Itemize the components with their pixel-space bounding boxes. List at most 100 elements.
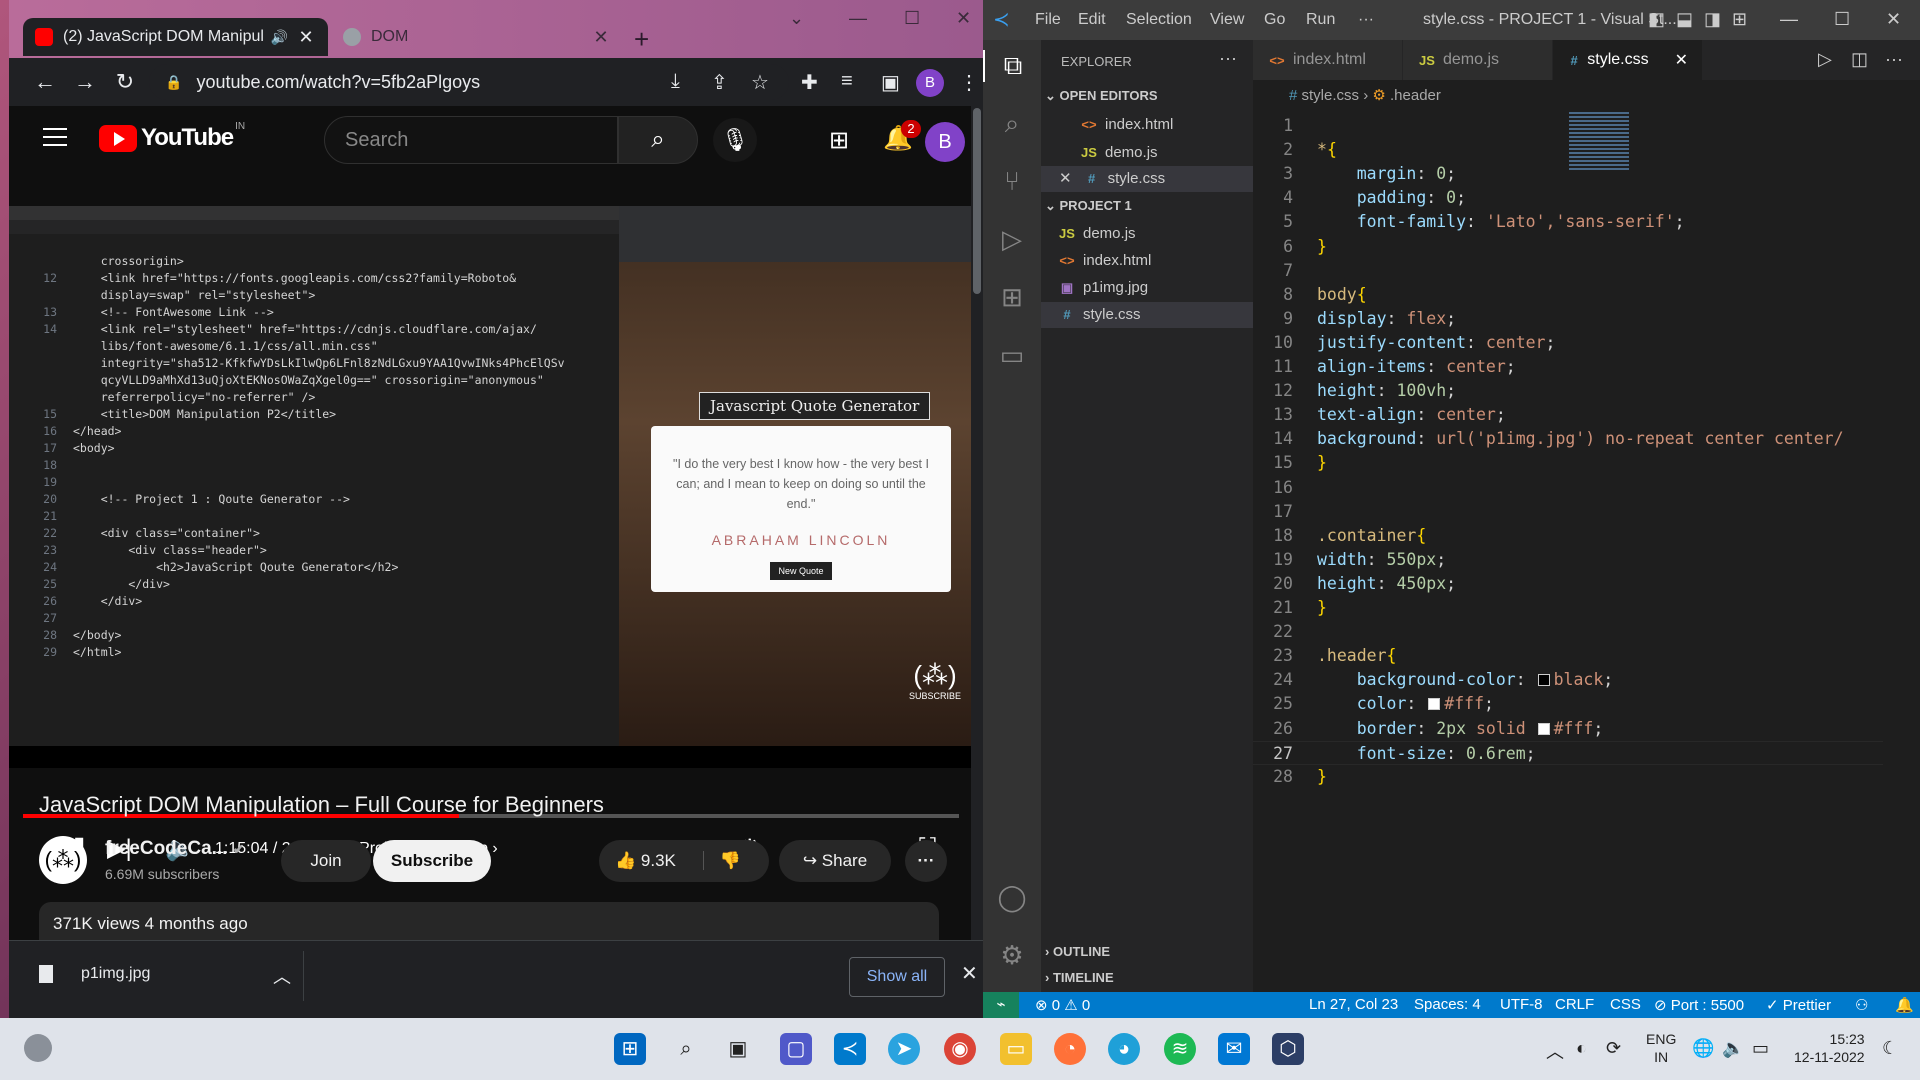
input-language[interactable]: ENG IN — [1646, 1030, 1676, 1066]
media-control-icon[interactable]: ≡ — [841, 70, 853, 93]
line-number[interactable]: 16 — [1253, 476, 1317, 500]
code-line[interactable]: 4 padding: 0; — [1253, 186, 1883, 210]
clock[interactable]: 15:23 12-11-2022 — [1794, 1030, 1865, 1066]
code-line[interactable]: 12 height: 100vh; — [1253, 379, 1883, 403]
line-number[interactable]: 28 — [1253, 765, 1317, 789]
chevron-down-icon[interactable]: ⌄ — [789, 8, 804, 29]
close-tab-icon[interactable]: ✕ — [1675, 50, 1688, 70]
profile-avatar[interactable]: B — [916, 69, 944, 97]
weather-widget-icon[interactable] — [24, 1034, 52, 1062]
channel-avatar[interactable]: (⁂) — [39, 836, 87, 884]
menu-edit[interactable]: Edit — [1078, 11, 1106, 29]
forward-button[interactable]: → — [71, 68, 99, 96]
teams-chat-icon[interactable]: ▢ — [780, 1033, 812, 1065]
maximize-button[interactable]: ☐ — [904, 8, 920, 29]
code-line[interactable]: 21} — [1253, 596, 1883, 620]
search-input[interactable]: Search — [324, 116, 618, 164]
search-icon[interactable]: ⌕ — [983, 108, 1041, 140]
side-panel-icon[interactable]: ▣ — [881, 70, 900, 95]
menu-go[interactable]: Go — [1264, 11, 1285, 29]
cursor-position[interactable]: Ln 27, Col 23 — [1309, 996, 1398, 1013]
line-number[interactable]: 17 — [1253, 500, 1317, 524]
minimap[interactable] — [1569, 112, 1629, 182]
line-number[interactable]: 15 — [1253, 451, 1317, 475]
menu-file[interactable]: File — [1035, 11, 1061, 29]
manage-gear-icon[interactable]: ⚙ — [983, 940, 1041, 971]
start-menu-icon[interactable]: ⊞ — [614, 1033, 646, 1065]
encoding[interactable]: UTF-8 — [1500, 996, 1543, 1013]
split-editor-icon[interactable]: ◫ — [1851, 49, 1868, 70]
line-number[interactable]: 11 — [1253, 355, 1317, 379]
new-tab-button[interactable]: + — [634, 24, 649, 55]
line-number[interactable]: 13 — [1253, 403, 1317, 427]
toggle-panel-icon[interactable]: ⬓ — [1676, 9, 1693, 30]
file-index-html[interactable]: <> index.html — [1057, 248, 1151, 274]
security-tray-icon[interactable]: ◐ — [1576, 1038, 1587, 1059]
code-line[interactable]: 25 color: #fff; — [1253, 692, 1883, 716]
source-control-icon[interactable]: ⑂ — [983, 166, 1041, 197]
code-line[interactable]: 15} — [1253, 451, 1883, 475]
code-line[interactable]: 11 align-items: center; — [1253, 355, 1883, 379]
line-number[interactable]: 19 — [1253, 548, 1317, 572]
explorer-files-icon[interactable]: ⧉ — [983, 50, 1041, 82]
description-box[interactable]: 371K views 4 months ago — [39, 902, 939, 940]
chevron-up-icon[interactable]: ︿ — [273, 963, 291, 989]
extensions-icon[interactable]: ✚ — [801, 70, 818, 95]
line-number[interactable]: 5 — [1253, 210, 1317, 234]
line-number[interactable]: 6 — [1253, 235, 1317, 259]
close-window-button[interactable]: ✕ — [956, 8, 971, 29]
line-number[interactable]: 23 — [1253, 644, 1317, 668]
notifications-bell-icon[interactable]: 🔔 — [1895, 996, 1914, 1014]
code-line[interactable]: 22 — [1253, 620, 1883, 644]
chrome-menu-icon[interactable]: ⋮ — [959, 70, 979, 95]
file-explorer-icon[interactable]: ▭ — [1000, 1033, 1032, 1065]
line-number[interactable]: 18 — [1253, 524, 1317, 548]
show-all-button[interactable]: Show all — [849, 957, 945, 997]
open-editor-index-html[interactable]: <> index.html — [1079, 112, 1173, 138]
code-line[interactable]: 2 *{ — [1253, 138, 1883, 162]
mail-icon[interactable]: ✉ — [1218, 1033, 1250, 1065]
speaker-icon[interactable]: 🔊 — [271, 29, 288, 46]
tab-index-html[interactable]: <> index.html — [1253, 40, 1403, 80]
code-line[interactable]: 8 body{ — [1253, 283, 1883, 307]
line-number[interactable]: 4 — [1253, 186, 1317, 210]
tab-dom[interactable]: DOM ✕ — [331, 18, 623, 56]
bookmark-star-icon[interactable]: ☆ — [751, 70, 769, 95]
reload-button[interactable]: ↻ — [111, 68, 139, 96]
hamburger-menu-icon[interactable] — [43, 128, 67, 148]
network-globe-icon[interactable]: 🌐 — [1692, 1038, 1714, 1059]
project-folder-section[interactable]: ⌄ PROJECT 1 — [1045, 198, 1132, 214]
code-editor[interactable]: 1 2 *{3 margin: 0; 4 padding: 0; 5 font-fami… — [1253, 112, 1920, 992]
remote-explorer-icon[interactable]: ▭ — [983, 340, 1041, 371]
code-line[interactable]: 1 — [1253, 114, 1883, 138]
toggle-sidebar-icon[interactable]: ◧ — [1648, 9, 1665, 30]
code-line[interactable]: 14 background: url('p1img.jpg') no-repeat… — [1253, 427, 1883, 451]
more-actions-button[interactable]: ··· — [905, 840, 947, 882]
remote-window-icon[interactable]: ⌁ — [983, 992, 1019, 1018]
account-icon[interactable]: ◯ — [983, 882, 1041, 913]
code-line[interactable]: 5 font-family: 'Lato','sans-serif'; — [1253, 210, 1883, 234]
microphone-button[interactable]: 🎙 — [713, 118, 757, 162]
line-number[interactable]: 20 — [1253, 572, 1317, 596]
close-download-bar-icon[interactable]: ✕ — [961, 961, 978, 986]
line-number[interactable]: 26 — [1253, 717, 1317, 741]
run-file-icon[interactable]: ▷ — [1818, 49, 1832, 70]
line-number[interactable]: 22 — [1253, 620, 1317, 644]
edge-icon[interactable]: ◕ — [1108, 1033, 1140, 1065]
code-line[interactable]: 9 display: flex; — [1253, 307, 1883, 331]
tab-youtube[interactable]: (2) JavaScript DOM Manipula 🔊 ✕ — [23, 18, 328, 56]
code-line[interactable]: 6} — [1253, 235, 1883, 259]
back-button[interactable]: ← — [31, 68, 59, 96]
menu-view[interactable]: View — [1210, 11, 1244, 29]
indentation[interactable]: Spaces: 4 — [1414, 996, 1481, 1013]
menu-selection[interactable]: Selection — [1126, 11, 1192, 29]
line-number[interactable]: 3 — [1253, 162, 1317, 186]
code-line[interactable]: 13 text-align: center; — [1253, 403, 1883, 427]
code-line[interactable]: 17 — [1253, 500, 1883, 524]
open-editors-section[interactable]: ⌄ OPEN EDITORS — [1045, 88, 1158, 104]
line-number[interactable]: 9 — [1253, 307, 1317, 331]
vscode-taskbar-icon[interactable]: ≺ — [834, 1033, 866, 1065]
chrome-taskbar-icon[interactable]: ◉ — [944, 1033, 976, 1065]
minimize-button[interactable]: — — [849, 8, 867, 29]
line-number[interactable]: 25 — [1253, 692, 1317, 716]
